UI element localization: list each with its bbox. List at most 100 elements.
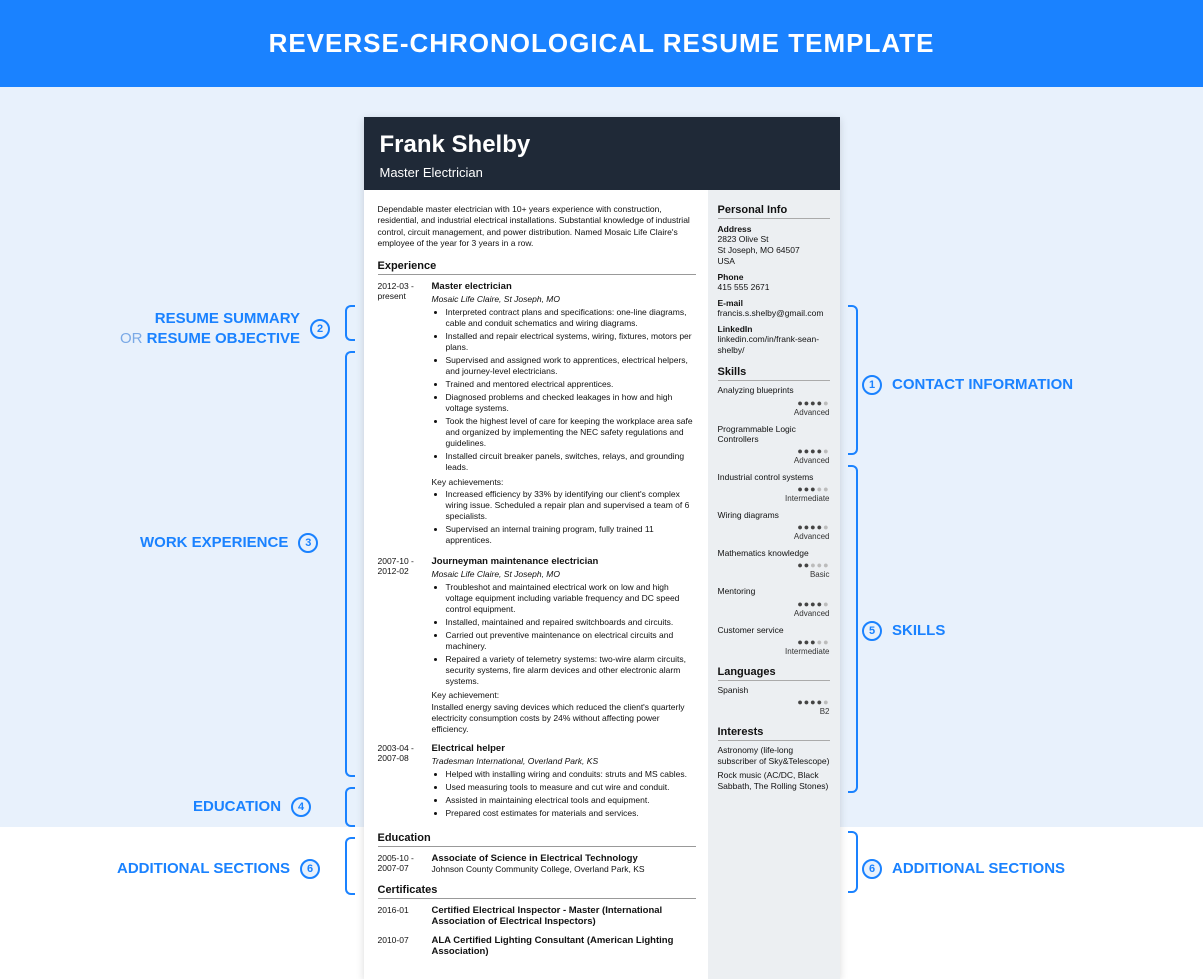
annotation-number: 4 bbox=[291, 797, 311, 817]
annotation-skills: 5 SKILLS bbox=[862, 621, 945, 641]
certificates-heading: Certificates bbox=[378, 884, 696, 899]
skill-name: Industrial control systems bbox=[718, 472, 830, 482]
main-column: Dependable master electrician with 10+ y… bbox=[364, 190, 708, 979]
bracket-icon bbox=[345, 305, 355, 341]
job-bullet: Troubleshot and maintained electrical wo… bbox=[446, 582, 696, 615]
job-location: Mosaic Life Claire, St Joseph, MO bbox=[432, 569, 696, 579]
education-entry: 2005-10 - 2007-07 Associate of Science in… bbox=[378, 853, 696, 874]
skill-level: Advanced bbox=[718, 456, 830, 465]
canvas: Frank Shelby Master Electrician Dependab… bbox=[0, 87, 1203, 827]
bracket-icon bbox=[848, 831, 858, 893]
language-name: Spanish bbox=[718, 685, 830, 695]
skill-name: Customer service bbox=[718, 625, 830, 635]
resume-document: Frank Shelby Master Electrician Dependab… bbox=[364, 117, 840, 979]
annotation-label: ADDITIONAL SECTIONS bbox=[117, 859, 290, 879]
address-line: St Joseph, MO 64507 bbox=[718, 245, 830, 256]
job-bullet: Installed circuit breaker panels, switch… bbox=[446, 451, 696, 473]
job-date: 2007-10 - 2012-02 bbox=[378, 556, 422, 736]
annotation-label: WORK EXPERIENCE bbox=[140, 533, 288, 553]
skill-dots: ●●●●● bbox=[718, 484, 830, 494]
skill-item: Programmable Logic Controllers●●●●●Advan… bbox=[718, 424, 830, 465]
annotation-education: EDUCATION 4 bbox=[193, 797, 311, 817]
resume-name: Frank Shelby bbox=[380, 131, 824, 159]
annotation-label: OR bbox=[120, 330, 143, 347]
key-bullet: Increased efficiency by 33% by identifyi… bbox=[446, 489, 696, 522]
language-dots: ●●●●● bbox=[718, 697, 830, 707]
phone-value: 415 555 2671 bbox=[718, 282, 830, 293]
annotation-label: SKILLS bbox=[892, 621, 945, 641]
skill-name: Analyzing blueprints bbox=[718, 385, 830, 395]
annotation-contact: 1 CONTACT INFORMATION bbox=[862, 375, 1073, 395]
job-entry: 2003-04 - 2007-08 Electrical helper Trades… bbox=[378, 743, 696, 821]
cert-entry: 2016-01Certified Electrical Inspector - … bbox=[378, 905, 696, 927]
skill-name: Mentoring bbox=[718, 586, 830, 596]
cert-title: ALA Certified Lighting Consultant (Ameri… bbox=[432, 935, 696, 957]
edu-title: Associate of Science in Electrical Techn… bbox=[432, 853, 696, 864]
annotation-number: 2 bbox=[310, 319, 330, 339]
annotation-summary: RESUME SUMMARY OR RESUME OBJECTIVE 2 bbox=[120, 309, 330, 348]
annotation-number: 1 bbox=[862, 375, 882, 395]
job-bullet: Prepared cost estimates for materials an… bbox=[446, 808, 696, 819]
skill-level: Basic bbox=[718, 570, 830, 579]
languages-heading: Languages bbox=[718, 666, 830, 681]
interest-item: Astronomy (life-long subscriber of Sky&T… bbox=[718, 745, 830, 767]
job-entry: 2012-03 - presentMaster electricianMosai… bbox=[378, 281, 696, 548]
job-bullet: Installed, maintained and repaired switc… bbox=[446, 617, 696, 628]
education-heading: Education bbox=[378, 832, 696, 847]
phone-label: Phone bbox=[718, 272, 830, 282]
key-achievement-heading: Key achievement: bbox=[432, 690, 696, 700]
annotation-additional-right: 6 ADDITIONAL SECTIONS bbox=[862, 859, 1065, 879]
skill-item: Wiring diagrams●●●●●Advanced bbox=[718, 510, 830, 541]
skill-level: Advanced bbox=[718, 532, 830, 541]
cert-entry: 2010-07 ALA Certified Lighting Consultant… bbox=[378, 935, 696, 957]
job-bullet: Supervised and assigned work to apprenti… bbox=[446, 355, 696, 377]
annotation-number: 3 bbox=[298, 533, 318, 553]
edu-location: Johnson County Community College, Overla… bbox=[432, 864, 696, 874]
annotation-number: 5 bbox=[862, 621, 882, 641]
skill-item: Customer service●●●●●Intermediate bbox=[718, 625, 830, 656]
key-text: Installed energy saving devices which re… bbox=[432, 702, 696, 735]
job-bullet: Repaired a variety of telemetry systems:… bbox=[446, 654, 696, 687]
skill-dots: ●●●●● bbox=[718, 446, 830, 456]
skill-level: Intermediate bbox=[718, 494, 830, 503]
linkedin-value: linkedin.com/in/frank-sean-shelby/ bbox=[718, 334, 830, 356]
annotation-label: ADDITIONAL SECTIONS bbox=[892, 859, 1065, 879]
job-bullet: Interpreted contract plans and specifica… bbox=[446, 307, 696, 329]
edu-date: 2005-10 - 2007-07 bbox=[378, 853, 422, 874]
skill-item: Analyzing blueprints●●●●●Advanced bbox=[718, 385, 830, 416]
skill-dots: ●●●●● bbox=[718, 599, 830, 609]
cert-date: 2016-01 bbox=[378, 905, 422, 927]
job-date: 2012-03 - present bbox=[378, 281, 422, 548]
cert-date: 2010-07 bbox=[378, 935, 422, 957]
job-bullet: Installed and repair electrical systems,… bbox=[446, 331, 696, 353]
job-bullet: Assisted in maintaining electrical tools… bbox=[446, 795, 696, 806]
experience-heading: Experience bbox=[378, 260, 696, 275]
job-entry: 2007-10 - 2012-02Journeyman maintenance … bbox=[378, 556, 696, 736]
address-label: Address bbox=[718, 224, 830, 234]
skill-item: Industrial control systems ●●●●●Intermedi… bbox=[718, 472, 830, 503]
job-location: Tradesman International, Overland Park, … bbox=[432, 756, 696, 766]
skill-dots: ●●●●● bbox=[718, 522, 830, 532]
bracket-icon bbox=[848, 465, 858, 793]
personal-info: Address 2823 Olive St St Joseph, MO 6450… bbox=[718, 224, 830, 356]
key-bullet: Supervised an internal training program,… bbox=[446, 524, 696, 546]
side-column: Personal Info Address 2823 Olive St St J… bbox=[708, 190, 840, 979]
resume-job-title: Master Electrician bbox=[380, 165, 824, 180]
annotation-label: EDUCATION bbox=[193, 797, 281, 817]
address-line: USA bbox=[718, 256, 830, 267]
skill-item: Mentoring●●●●●Advanced bbox=[718, 586, 830, 617]
bracket-icon bbox=[345, 787, 355, 827]
bracket-icon bbox=[848, 305, 858, 455]
email-label: E-mail bbox=[718, 298, 830, 308]
bracket-icon bbox=[345, 351, 355, 777]
skills-heading: Skills bbox=[718, 366, 830, 381]
annotation-number: 6 bbox=[300, 859, 320, 879]
annotation-label: RESUME OBJECTIVE bbox=[147, 330, 300, 347]
skill-item: Mathematics knowledge●●●●●Basic bbox=[718, 548, 830, 579]
annotation-label: RESUME SUMMARY bbox=[155, 310, 300, 327]
skill-dots: ●●●●● bbox=[718, 560, 830, 570]
job-date: 2003-04 - 2007-08 bbox=[378, 743, 422, 821]
skill-dots: ●●●●● bbox=[718, 637, 830, 647]
job-title: Electrical helper bbox=[432, 743, 696, 754]
language-item: Spanish●●●●●B2 bbox=[718, 685, 830, 716]
